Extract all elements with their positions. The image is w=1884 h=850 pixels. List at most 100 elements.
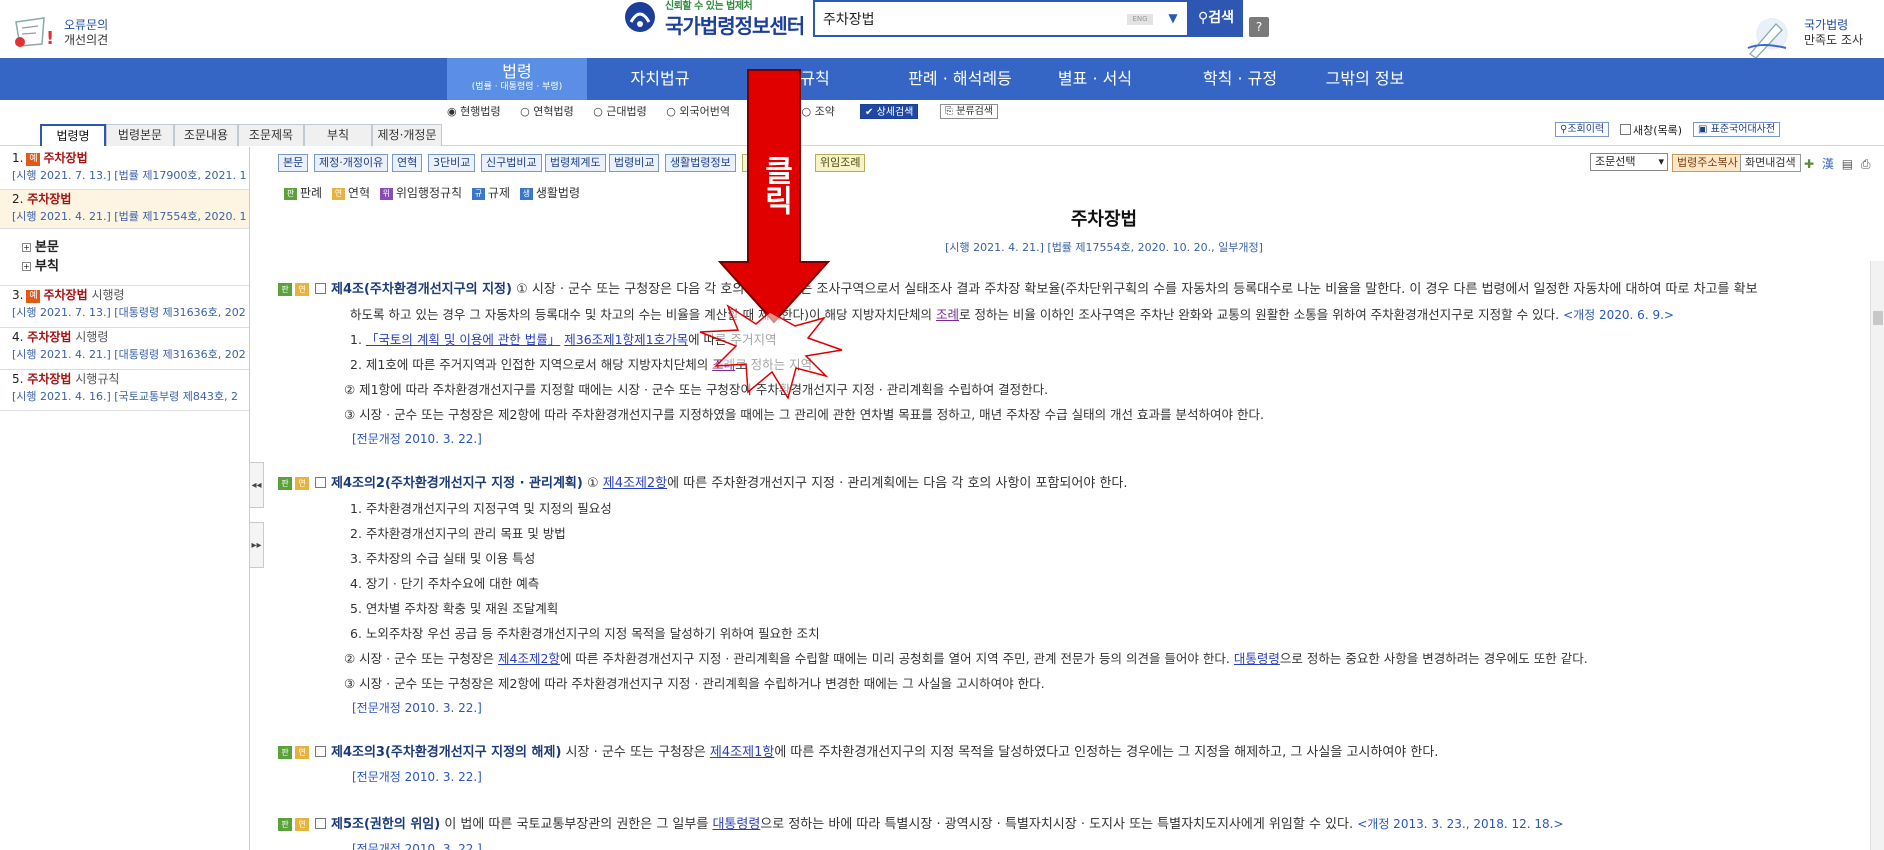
expand-sidebar-button[interactable]: ▸▸	[250, 522, 264, 568]
copy-law-address-button[interactable]: 법령주소복사	[1672, 154, 1743, 172]
article-4-para-2: ② 제1항에 따라 주차환경개선지구를 지정할 때에는 시장 · 군수 또는 구…	[344, 382, 1049, 397]
satisfaction-survey-link[interactable]: 국가법령 만족도 조사	[1742, 14, 1882, 58]
save-icon[interactable]: ▤	[1842, 157, 1853, 171]
article-4-para-1-link[interactable]: 제4조제1항	[710, 745, 774, 760]
category-search-button[interactable]: ⎘ 분류검색	[940, 104, 998, 119]
tab-law-body[interactable]: 법령본문	[106, 124, 174, 146]
presidential-decree-link[interactable]: 대통령령	[712, 817, 760, 832]
nav-item-local-laws[interactable]: 자치법규	[605, 58, 715, 100]
precedent-icon[interactable]: 판	[278, 746, 292, 759]
article-select[interactable]: 조문선택 ▾	[1590, 153, 1668, 171]
dictionary-button[interactable]: ▣ 표준국어대사전	[1693, 122, 1781, 137]
radio-treaty[interactable]: ○ 조약	[802, 103, 843, 119]
chevron-down-icon[interactable]: ▼	[1161, 2, 1185, 35]
collapse-sidebar-button[interactable]: ◂◂	[250, 462, 264, 508]
article-4-2-item: 3. 주차장의 수급 실태 및 이용 특성	[350, 551, 536, 566]
article-4-para-2-link[interactable]: 제4조제2항	[498, 651, 560, 666]
view-history-button[interactable]: ⚲조회이력	[1555, 122, 1610, 137]
hanja-icon[interactable]: 漢	[1822, 157, 1834, 171]
radio-modern-law[interactable]: ○ 근대법령	[593, 103, 655, 119]
radio-current-law[interactable]: ◉ 현행법령	[447, 103, 509, 119]
nav-item-laws[interactable]: 법령 (법률 · 대통령령 · 부령)	[447, 58, 587, 100]
article-4-para-2-link[interactable]: 제4조제2항	[603, 476, 667, 491]
print-icon[interactable]: ⎙	[1861, 157, 1871, 171]
article-4-2-item: 2. 주차환경개선지구의 관리 목표 및 방법	[350, 526, 566, 541]
law-list-item-selected[interactable]: 2. 주차장법 [시행 2021. 4. 21.] [법률 제17554호, 2…	[0, 189, 249, 229]
article-checkbox[interactable]	[315, 746, 326, 757]
article-checkbox[interactable]	[315, 477, 326, 488]
article-checkbox[interactable]	[315, 818, 326, 829]
notice-badge: 예	[26, 153, 41, 166]
nav-item-rules[interactable]: 규칙	[790, 58, 840, 100]
history-icon[interactable]: 연	[295, 477, 309, 490]
law-list-item[interactable]: 4. 주차장법 시행령 [시행 2021. 4. 21.] [대통령령 제316…	[0, 327, 249, 367]
toolbar-law-compare-button[interactable]: 법령비교	[609, 154, 660, 172]
precedent-icon[interactable]: 판	[278, 283, 292, 296]
national-land-law-link[interactable]: 「국토의 계획 및 이용에 관한 법률」	[366, 332, 560, 347]
history-icon[interactable]: 연	[295, 746, 309, 759]
document-title: 주차장법	[1070, 209, 1138, 230]
nav-item-precedents[interactable]: 판례 · 해석례등	[880, 58, 1040, 100]
main-nav: 법령 (법률 · 대통령령 · 부령) 자치법규 규칙 판례 · 해석례등 별표…	[0, 58, 1884, 100]
history-icon: 연	[331, 188, 345, 200]
search-input[interactable]	[823, 2, 1113, 35]
article-36-link[interactable]: 제36조제1항제1호가목	[564, 332, 688, 347]
keyboard-icon[interactable]: ENG	[1127, 14, 1153, 25]
tree-node-addenda[interactable]: + 부칙	[22, 255, 59, 274]
new-window-toggle[interactable]: 새창(목록)	[1620, 122, 1682, 138]
scrollbar-thumb[interactable]	[1873, 311, 1883, 325]
toolbar-hidden-button[interactable]	[742, 154, 792, 172]
full-revision-note: [전문개정 2010. 3. 22.]	[352, 770, 482, 784]
help-button[interactable]: ?	[1249, 17, 1269, 37]
survey-icon	[1747, 18, 1788, 58]
screen-search-button[interactable]: 화면내검색	[1740, 154, 1801, 172]
history-icon[interactable]: 연	[295, 283, 309, 296]
toolbar-old-new-compare-button[interactable]: 신구법비교	[481, 154, 542, 172]
history-icon[interactable]: 연	[295, 818, 309, 831]
category-icon: ⎘	[945, 106, 957, 117]
tab-article-content[interactable]: 조문내용	[174, 124, 238, 146]
tab-enactment-text[interactable]: 제정·개정문	[372, 124, 442, 146]
law-list-item[interactable]: 3. 예 주차장법 시행령 [시행 2021. 7. 13.] [대통령령 제316…	[0, 285, 249, 325]
toolbar-history-button[interactable]: 연혁	[392, 154, 423, 172]
feedback-icon: !	[15, 17, 54, 49]
tab-addenda[interactable]: 부칙	[304, 124, 372, 146]
new-window-checkbox[interactable]	[1620, 124, 1631, 135]
nav-item-school-rules[interactable]: 학칙 · 규정	[1170, 58, 1310, 100]
presidential-decree-link[interactable]: 대통령령	[1234, 651, 1280, 666]
search-button[interactable]: ⚲검색	[1189, 0, 1243, 37]
law-content-pane: 본문 제정·개정이유 연혁 3단비교 신구법비교 법령체계도 법령비교 생활법령…	[264, 147, 1884, 850]
radio-history-law[interactable]: ○ 연혁법령	[520, 103, 582, 119]
toolbar-body-button[interactable]: 본문	[278, 154, 309, 172]
icon-legend: 판 판례 연 연혁 위 위임행정규칙 규 규제 생 생활법령	[278, 184, 580, 201]
toolbar-reason-button[interactable]: 제정·개정이유	[314, 154, 389, 172]
toolbar-law-system-button[interactable]: 법령체계도	[545, 154, 606, 172]
content-scrollbar[interactable]	[1870, 261, 1884, 850]
precedent-icon[interactable]: 판	[278, 477, 292, 490]
tree-node-body[interactable]: + 본문	[22, 236, 59, 255]
toolbar-delegated-ordinance-button[interactable]: 위임조례	[815, 154, 866, 172]
law-list-item[interactable]: 5. 주차장법 시행규칙 [시행 2021. 4. 16.] [국토교통부령 제…	[0, 369, 249, 411]
nav-item-tables-forms[interactable]: 별표 · 서식	[1030, 58, 1160, 100]
toolbar-3way-compare-button[interactable]: 3단비교	[428, 154, 476, 172]
article-checkbox[interactable]	[315, 283, 326, 294]
article-4-2-item: 1. 주차환경개선지구의 지정구역 및 지정의 필요성	[350, 501, 612, 516]
tab-article-title[interactable]: 조문제목	[238, 124, 304, 146]
precedent-icon[interactable]: 판	[278, 818, 292, 831]
tab-law-name[interactable]: 법령명	[40, 124, 106, 146]
law-list-item[interactable]: 1. 예 주차장법 [시행 2021. 7. 13.] [법률 제17900호, 2…	[0, 149, 249, 189]
nav-item-other-info[interactable]: 그밖의 정보	[1310, 58, 1420, 100]
detail-search-button[interactable]: ✔ 상세검색	[860, 104, 919, 119]
check-icon: ✔	[865, 107, 877, 118]
ordinance-link[interactable]: 조례	[712, 357, 735, 372]
toolbar-life-law-button[interactable]: 생활법령정보	[665, 154, 736, 172]
ordinance-link[interactable]: 조례	[936, 307, 959, 322]
search-button-label: 검색	[1208, 10, 1235, 26]
site-logo[interactable]: 신뢰할 수 있는 법제처 국가법령정보센터	[623, 0, 809, 40]
feedback-link[interactable]: ! 오류문의 개선의견	[8, 12, 118, 54]
article-4-2-item: 6. 노외주차장 우선 공급 등 주차환경개선지구의 지정 목적을 달성하기 위…	[350, 626, 820, 641]
radio-foreign-law[interactable]: ○ 외국어번역	[666, 103, 738, 119]
article-4-line2: 하도록 하고 있는 경우 그 자동차의 등록대수 및 차고의 수는 비율을 계산…	[350, 307, 1674, 322]
expand-icon: +	[22, 262, 31, 271]
bookmark-icon[interactable]: ✚	[1804, 157, 1814, 171]
